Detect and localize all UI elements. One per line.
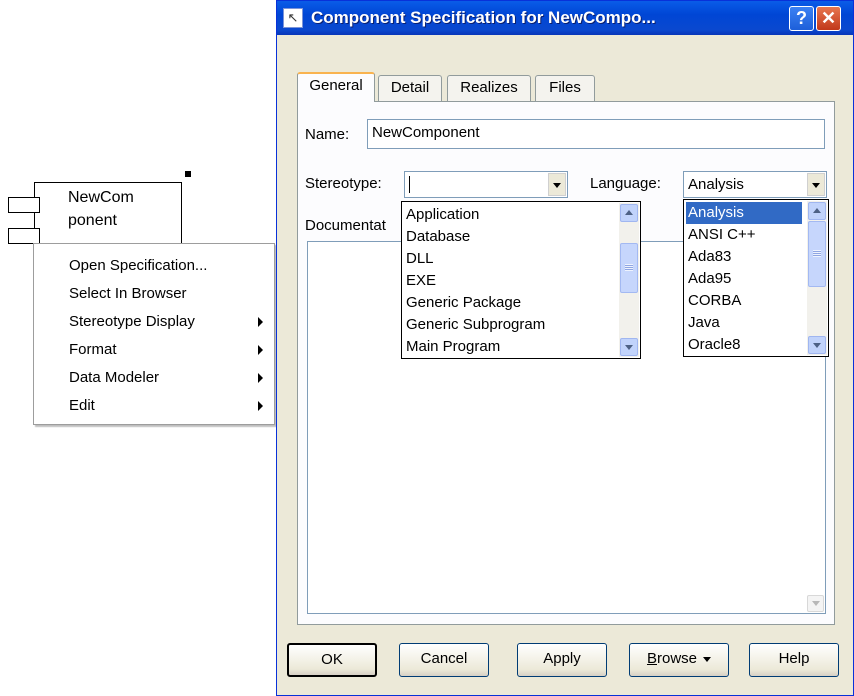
dialog-title: Component Specification for NewCompo... (311, 8, 656, 27)
language-dropdown-list: Analysis ANSI C++ Ada83 Ada95 CORBA Java… (683, 199, 829, 357)
menu-item-label: Select In Browser (69, 285, 187, 302)
menu-item-format[interactable]: Format (35, 336, 273, 364)
scroll-up-icon[interactable] (808, 202, 826, 220)
menu-item-edit[interactable]: Edit (35, 392, 273, 420)
language-value: Analysis (688, 176, 744, 193)
component-specification-dialog: ↖ Component Specification for NewCompo..… (276, 0, 854, 696)
ok-button[interactable]: OK (287, 643, 377, 677)
selection-handle[interactable] (185, 171, 191, 177)
close-icon[interactable]: ✕ (816, 6, 841, 31)
help-button[interactable]: Help (749, 643, 839, 677)
text-caret (409, 176, 410, 193)
stereotype-label: Stereotype: (305, 175, 382, 192)
tab-detail[interactable]: Detail (378, 75, 442, 101)
submenu-arrow-icon (258, 373, 263, 383)
scrollbar-thumb[interactable] (808, 221, 826, 287)
language-scrollbar[interactable] (807, 201, 827, 355)
stereotype-combo[interactable] (404, 171, 568, 198)
scroll-down-icon[interactable] (620, 338, 638, 356)
scroll-down-icon[interactable] (807, 595, 824, 612)
list-item[interactable]: Ada83 (686, 246, 802, 268)
component-tab-top (8, 197, 40, 213)
menu-item-label: Format (69, 341, 117, 358)
menu-item-label: Data Modeler (69, 369, 160, 386)
scroll-down-icon[interactable] (808, 336, 826, 354)
component-name-line1: NewCom (68, 189, 134, 206)
list-item[interactable]: EXE (404, 270, 618, 292)
list-item[interactable]: Database (404, 226, 618, 248)
scroll-up-icon[interactable] (620, 204, 638, 222)
tab-general[interactable]: General (297, 72, 375, 102)
browse-label: rowse (657, 650, 698, 667)
apply-button[interactable]: Apply (517, 643, 607, 677)
list-item[interactable]: Main Program (404, 336, 618, 358)
browse-mnemonic: B (646, 650, 657, 667)
menu-item-label: Open Specification... (69, 257, 208, 274)
list-item[interactable]: Generic Package (404, 292, 618, 314)
tab-realizes[interactable]: Realizes (447, 75, 531, 101)
chevron-down-icon[interactable] (548, 173, 566, 196)
browse-button[interactable]: Browse (629, 643, 729, 677)
chevron-down-icon[interactable] (807, 173, 825, 196)
list-item[interactable]: Generic Subprogram (404, 314, 618, 336)
name-label: Name: (305, 126, 350, 143)
list-item[interactable]: DLL (404, 248, 618, 270)
name-field[interactable]: NewComponent (367, 119, 825, 149)
menu-item-label: Edit (69, 397, 95, 414)
list-item-selected[interactable]: Analysis (686, 202, 802, 224)
component-name-line2: ponent (68, 212, 117, 229)
menu-item-select-in-browser[interactable]: Select In Browser (35, 280, 273, 308)
list-item[interactable]: ANSI C++ (686, 224, 802, 246)
diagram-component[interactable]: NewCom ponent (0, 0, 270, 260)
menu-item-stereotype-display[interactable]: Stereotype Display (35, 308, 273, 336)
cancel-button[interactable]: Cancel (399, 643, 489, 677)
help-icon[interactable]: ? (789, 6, 814, 31)
language-combo[interactable]: Analysis (683, 171, 827, 198)
menu-item-label: Stereotype Display (69, 313, 195, 330)
dropdown-arrow-icon (703, 656, 712, 662)
tab-files[interactable]: Files (535, 75, 595, 101)
language-label: Language: (590, 175, 661, 192)
list-item[interactable]: Java (686, 312, 802, 334)
submenu-arrow-icon (258, 345, 263, 355)
component-tab-bottom (8, 228, 40, 244)
documentation-label: Documentat (305, 217, 386, 234)
menu-item-open-specification[interactable]: Open Specification... (35, 252, 273, 280)
submenu-arrow-icon (258, 317, 263, 327)
submenu-arrow-icon (258, 401, 263, 411)
list-item[interactable]: Ada95 (686, 268, 802, 290)
stereotype-scrollbar[interactable] (619, 203, 639, 357)
list-item[interactable]: Application (404, 204, 618, 226)
rose-spec-icon: ↖ (283, 8, 303, 28)
stereotype-dropdown-list: Application Database DLL EXE Generic Pac… (401, 201, 641, 359)
title-bar[interactable]: ↖ Component Specification for NewCompo..… (277, 1, 853, 35)
list-item[interactable]: CORBA (686, 290, 802, 312)
context-menu: Open Specification... Select In Browser … (33, 243, 275, 425)
menu-item-data-modeler[interactable]: Data Modeler (35, 364, 273, 392)
list-item[interactable]: Oracle8 (686, 334, 802, 356)
scrollbar-thumb[interactable] (620, 243, 638, 293)
